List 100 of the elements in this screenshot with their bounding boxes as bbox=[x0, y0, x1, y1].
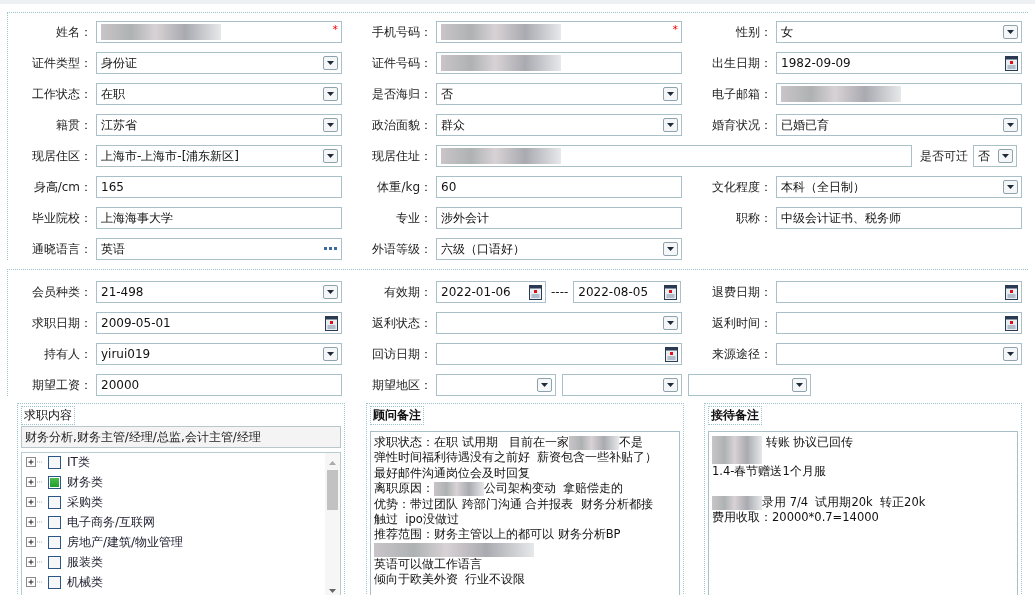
dropdown-icon[interactable] bbox=[323, 118, 338, 132]
tree-item[interactable]: 服装类 bbox=[67, 553, 103, 571]
field-label: 身高/cm： bbox=[32, 178, 93, 196]
field-value: 中级会计证书、税务师 bbox=[781, 209, 902, 227]
dropdown-icon[interactable] bbox=[663, 242, 678, 256]
note-text: 求职状态：在职 试用期 目前在一家 bbox=[374, 435, 569, 451]
dropdown-icon[interactable] bbox=[792, 378, 807, 392]
picker-field[interactable]: 英语 bbox=[96, 238, 342, 260]
select-field[interactable]: 江苏省 bbox=[96, 114, 342, 136]
text-field[interactable]: 165 bbox=[96, 176, 342, 198]
dropdown-icon[interactable] bbox=[323, 87, 338, 101]
checkbox[interactable] bbox=[48, 515, 61, 529]
expand-icon[interactable] bbox=[26, 536, 44, 548]
notes-area[interactable]: 求职状态：在职 试用期 目前在一家 不是 弹性时间福利待遇没有之前好 薪资包含一些补贴了） 最好邮件沟通岗位会及时回复 离职原因： 公司架构变动 拿赔偿走的 优势：带过团队 跨部门沟通 合并报表 财务分析都接 触过 ipo没做过 推荐范围：财务主管以上的都可以 财务分析BP 英语可以做工作语言 倾向于欧美外资 行业不设限 bbox=[370, 431, 680, 595]
calendar-icon[interactable] bbox=[1005, 315, 1018, 331]
field-label: 返利状态： bbox=[371, 314, 433, 332]
field-value: 江苏省 bbox=[101, 116, 138, 134]
more-icon[interactable] bbox=[324, 247, 338, 251]
text-field[interactable]: 涉外会计 bbox=[436, 207, 682, 229]
tree-item[interactable]: 房地产/建筑/物业管理 bbox=[67, 533, 184, 551]
select-field[interactable]: 上海市-上海市-[浦东新区] bbox=[96, 145, 342, 167]
field-label: 工作状态： bbox=[31, 85, 93, 103]
dropdown-icon[interactable] bbox=[323, 149, 338, 163]
dropdown-icon[interactable] bbox=[998, 149, 1013, 163]
tree-item[interactable]: 采购类 bbox=[67, 493, 103, 511]
checkbox[interactable] bbox=[48, 555, 61, 569]
tree-item[interactable]: 机械类 bbox=[67, 573, 103, 591]
tree-item[interactable]: 电子商务/互联网 bbox=[67, 513, 156, 531]
calendar-icon[interactable] bbox=[1005, 284, 1018, 300]
field-value: 群众 bbox=[441, 116, 466, 134]
select-field[interactable]: 在职 bbox=[96, 83, 342, 105]
required-mark: * bbox=[672, 23, 678, 36]
text-field[interactable]: 60 bbox=[436, 176, 682, 198]
dropdown-icon[interactable] bbox=[537, 378, 552, 392]
field-label: 是否海归： bbox=[371, 85, 433, 103]
date-field[interactable]: 1982-09-09 bbox=[776, 52, 1022, 74]
checkbox[interactable] bbox=[48, 455, 61, 469]
dropdown-icon[interactable] bbox=[663, 118, 678, 132]
dropdown-icon[interactable] bbox=[663, 378, 678, 392]
select-field[interactable]: 否 bbox=[436, 83, 682, 105]
text-field[interactable] bbox=[776, 83, 1022, 105]
calendar-icon[interactable] bbox=[529, 284, 542, 300]
date-field[interactable] bbox=[436, 343, 682, 365]
select-field[interactable]: 本科（全日制） bbox=[776, 176, 1022, 198]
expand-icon[interactable] bbox=[26, 496, 44, 508]
calendar-icon[interactable] bbox=[664, 284, 678, 300]
note-text: 弹性时间福利待遇没有之前好 薪资包含一些补贴了） bbox=[374, 450, 658, 466]
select-field[interactable] bbox=[688, 374, 811, 396]
date-field[interactable]: 2022-01-06 bbox=[436, 281, 546, 303]
dropdown-icon[interactable] bbox=[323, 56, 338, 70]
select-field[interactable]: 群众 bbox=[436, 114, 682, 136]
text-field[interactable]: 20000 bbox=[96, 374, 342, 396]
calendar-icon[interactable] bbox=[1005, 55, 1018, 71]
select-field[interactable] bbox=[436, 312, 682, 334]
text-field[interactable]: 中级会计证书、税务师 bbox=[776, 207, 1022, 229]
dropdown-icon[interactable] bbox=[323, 285, 338, 299]
date-field[interactable]: 2009-05-01 bbox=[96, 312, 342, 334]
select-field[interactable] bbox=[562, 374, 682, 396]
field-label: 毕业院校： bbox=[31, 209, 93, 227]
checkbox[interactable] bbox=[48, 495, 61, 509]
dropdown-icon[interactable] bbox=[1003, 118, 1018, 132]
date-field[interactable] bbox=[776, 281, 1022, 303]
expand-icon[interactable] bbox=[26, 476, 44, 488]
calendar-icon[interactable] bbox=[325, 315, 338, 331]
select-field[interactable]: 否 bbox=[973, 145, 1017, 167]
dropdown-icon[interactable] bbox=[323, 347, 338, 361]
text-field[interactable] bbox=[436, 145, 912, 167]
expand-icon[interactable] bbox=[26, 576, 44, 588]
expand-icon[interactable] bbox=[26, 556, 44, 568]
tree-item[interactable]: 财务类 bbox=[67, 473, 103, 491]
select-field[interactable] bbox=[436, 374, 556, 396]
field-label: 体重/kg： bbox=[376, 178, 433, 196]
text-field[interactable]: 上海海事大学 bbox=[96, 207, 342, 229]
checkbox[interactable] bbox=[48, 475, 61, 489]
dropdown-icon[interactable] bbox=[663, 87, 678, 101]
field-value: 2009-05-01 bbox=[101, 316, 172, 330]
select-field[interactable]: 身份证 bbox=[96, 52, 342, 74]
date-field[interactable]: 2022-08-05 bbox=[573, 281, 682, 303]
calendar-icon[interactable] bbox=[665, 346, 678, 362]
select-field[interactable]: 六级（口语好） bbox=[436, 238, 682, 260]
text-field[interactable]: * bbox=[96, 21, 342, 43]
dropdown-icon[interactable] bbox=[1003, 25, 1018, 39]
text-field[interactable] bbox=[436, 52, 682, 74]
date-field[interactable] bbox=[776, 312, 1022, 334]
checkbox[interactable] bbox=[48, 575, 61, 589]
dropdown-icon[interactable] bbox=[1003, 180, 1018, 194]
select-field[interactable]: 女 bbox=[776, 21, 1022, 43]
field-label: 退费日期： bbox=[711, 283, 773, 301]
dropdown-icon[interactable] bbox=[1003, 347, 1018, 361]
select-field[interactable]: yirui019 bbox=[96, 343, 342, 365]
tree-item[interactable]: IT类 bbox=[67, 453, 90, 471]
notes-area[interactable]: 转账 协议已回传 1.4-春节赠送1个月服 录用 7/4 试用期20k 转正20k 费用收取：20000*0.7=14000 bbox=[708, 431, 1018, 595]
expand-icon[interactable] bbox=[26, 516, 44, 528]
text-field[interactable]: * bbox=[436, 21, 682, 43]
dropdown-icon[interactable] bbox=[663, 316, 678, 330]
select-field[interactable] bbox=[776, 343, 1022, 365]
select-field[interactable]: 21-498 bbox=[96, 281, 342, 303]
checkbox[interactable] bbox=[48, 535, 61, 549]
expand-icon[interactable] bbox=[26, 456, 44, 468]
select-field[interactable]: 已婚已育 bbox=[776, 114, 1022, 136]
